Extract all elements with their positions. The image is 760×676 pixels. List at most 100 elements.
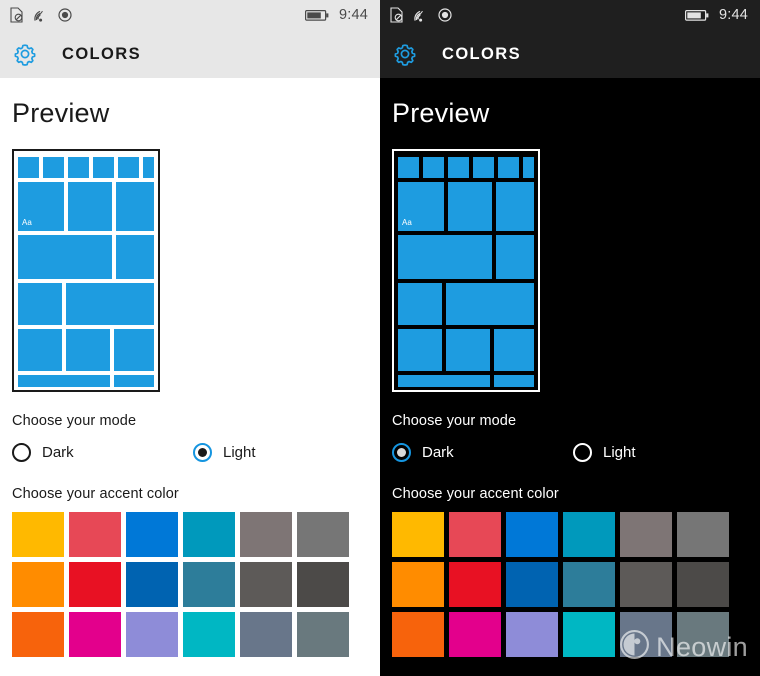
panel-content: Preview Aa Choose your mode Dark Light C…	[0, 78, 380, 657]
radio-dot-dark-icon	[397, 448, 406, 457]
wifi-icon	[33, 8, 49, 22]
accent-swatch[interactable]	[506, 612, 558, 657]
record-circle-icon	[58, 8, 72, 22]
page-title: Preview	[392, 98, 490, 128]
accent-swatch[interactable]	[69, 612, 121, 657]
accent-swatch[interactable]	[620, 612, 672, 657]
tile	[93, 157, 114, 178]
tile	[448, 182, 492, 231]
tile	[18, 375, 110, 387]
tile	[398, 283, 442, 325]
status-bar: 9:44	[0, 0, 380, 30]
tile	[116, 182, 154, 231]
no-sim-icon	[390, 7, 404, 23]
accent-swatch[interactable]	[677, 512, 729, 557]
status-bar-clock: 9:44	[338, 7, 368, 23]
accent-swatch[interactable]	[12, 562, 64, 607]
accent-swatch[interactable]	[183, 512, 235, 557]
tile-sample-text: Aa	[402, 218, 412, 227]
tile-sample-text: Aa	[22, 218, 32, 227]
wifi-icon	[413, 8, 429, 22]
accent-swatch[interactable]	[183, 562, 235, 607]
accent-swatch[interactable]	[69, 562, 121, 607]
radio-ring-light-icon[interactable]	[573, 443, 592, 462]
accent-swatch[interactable]	[392, 512, 444, 557]
radio-ring-dark-icon[interactable]	[12, 443, 31, 462]
accent-swatch[interactable]	[126, 612, 178, 657]
start-screen-preview: Aa	[392, 149, 540, 392]
accent-swatch[interactable]	[183, 612, 235, 657]
tile	[118, 157, 139, 178]
radio-option-light[interactable]: Light	[573, 443, 636, 462]
accent-swatch[interactable]	[620, 562, 672, 607]
accent-swatch[interactable]	[506, 512, 558, 557]
tile	[494, 375, 534, 387]
accent-swatch[interactable]	[12, 512, 64, 557]
accent-swatch[interactable]	[506, 562, 558, 607]
accent-swatch[interactable]	[240, 512, 292, 557]
accent-swatch[interactable]	[240, 612, 292, 657]
accent-swatch[interactable]	[449, 612, 501, 657]
status-bar-icons	[10, 7, 72, 23]
accent-swatch[interactable]	[126, 562, 178, 607]
tile-row	[398, 375, 534, 387]
settings-panel-dark: 9:44 COLORS Preview Aa Choose your mode …	[380, 0, 760, 676]
accent-swatch[interactable]	[12, 612, 64, 657]
mode-radio-group: Dark Light	[12, 443, 380, 462]
accent-swatch[interactable]	[677, 612, 729, 657]
record-circle-icon	[438, 8, 452, 22]
accent-swatch[interactable]	[69, 512, 121, 557]
tile	[498, 157, 519, 178]
tile	[496, 182, 534, 231]
app-title: COLORS	[62, 44, 141, 63]
app-title: COLORS	[442, 44, 521, 63]
accent-swatch[interactable]	[563, 562, 615, 607]
tile	[448, 157, 469, 178]
tile	[18, 235, 112, 279]
status-bar: 9:44	[380, 0, 760, 30]
tile-row: Aa	[18, 182, 154, 231]
screenshot-stage: 9:44 COLORS Preview Aa Choose your mode …	[0, 0, 760, 676]
radio-ring-dark-icon[interactable]	[392, 443, 411, 462]
accent-swatch[interactable]	[620, 512, 672, 557]
accent-swatch[interactable]	[297, 612, 349, 657]
radio-option-dark[interactable]: Dark	[12, 443, 193, 462]
accent-swatch[interactable]	[240, 562, 292, 607]
accent-swatch[interactable]	[677, 562, 729, 607]
radio-label-light: Light	[603, 444, 636, 461]
tile	[398, 375, 490, 387]
gear-icon[interactable]	[10, 39, 40, 69]
radio-ring-light-icon[interactable]	[193, 443, 212, 462]
tile	[43, 157, 64, 178]
radio-option-dark[interactable]: Dark	[392, 443, 573, 462]
radio-dot-light-icon	[198, 448, 207, 457]
tile	[423, 157, 444, 178]
tile	[18, 329, 62, 371]
accent-swatch[interactable]	[392, 612, 444, 657]
accent-swatch[interactable]	[563, 612, 615, 657]
accent-swatch[interactable]	[449, 512, 501, 557]
tile-row	[18, 375, 154, 387]
tile	[494, 329, 534, 371]
accent-color-grid	[12, 512, 380, 657]
accent-swatch[interactable]	[392, 562, 444, 607]
accent-swatch[interactable]	[449, 562, 501, 607]
accent-swatch[interactable]	[297, 512, 349, 557]
tile-grid: Aa	[398, 157, 534, 387]
status-bar-right: 9:44	[304, 7, 368, 23]
accent-swatch[interactable]	[563, 512, 615, 557]
tile	[66, 329, 110, 371]
radio-label-dark: Dark	[42, 444, 74, 461]
tile	[398, 329, 442, 371]
accent-swatch[interactable]	[126, 512, 178, 557]
tile	[68, 157, 89, 178]
accent-swatch[interactable]	[297, 562, 349, 607]
gear-icon[interactable]	[390, 39, 420, 69]
tile	[68, 182, 112, 231]
battery-icon	[684, 9, 709, 22]
tile	[446, 329, 490, 371]
status-bar-clock: 9:44	[718, 7, 748, 23]
radio-option-light[interactable]: Light	[193, 443, 256, 462]
tile-row: Aa	[398, 182, 534, 231]
panel-content: Preview Aa Choose your mode Dark Light C…	[380, 78, 760, 657]
